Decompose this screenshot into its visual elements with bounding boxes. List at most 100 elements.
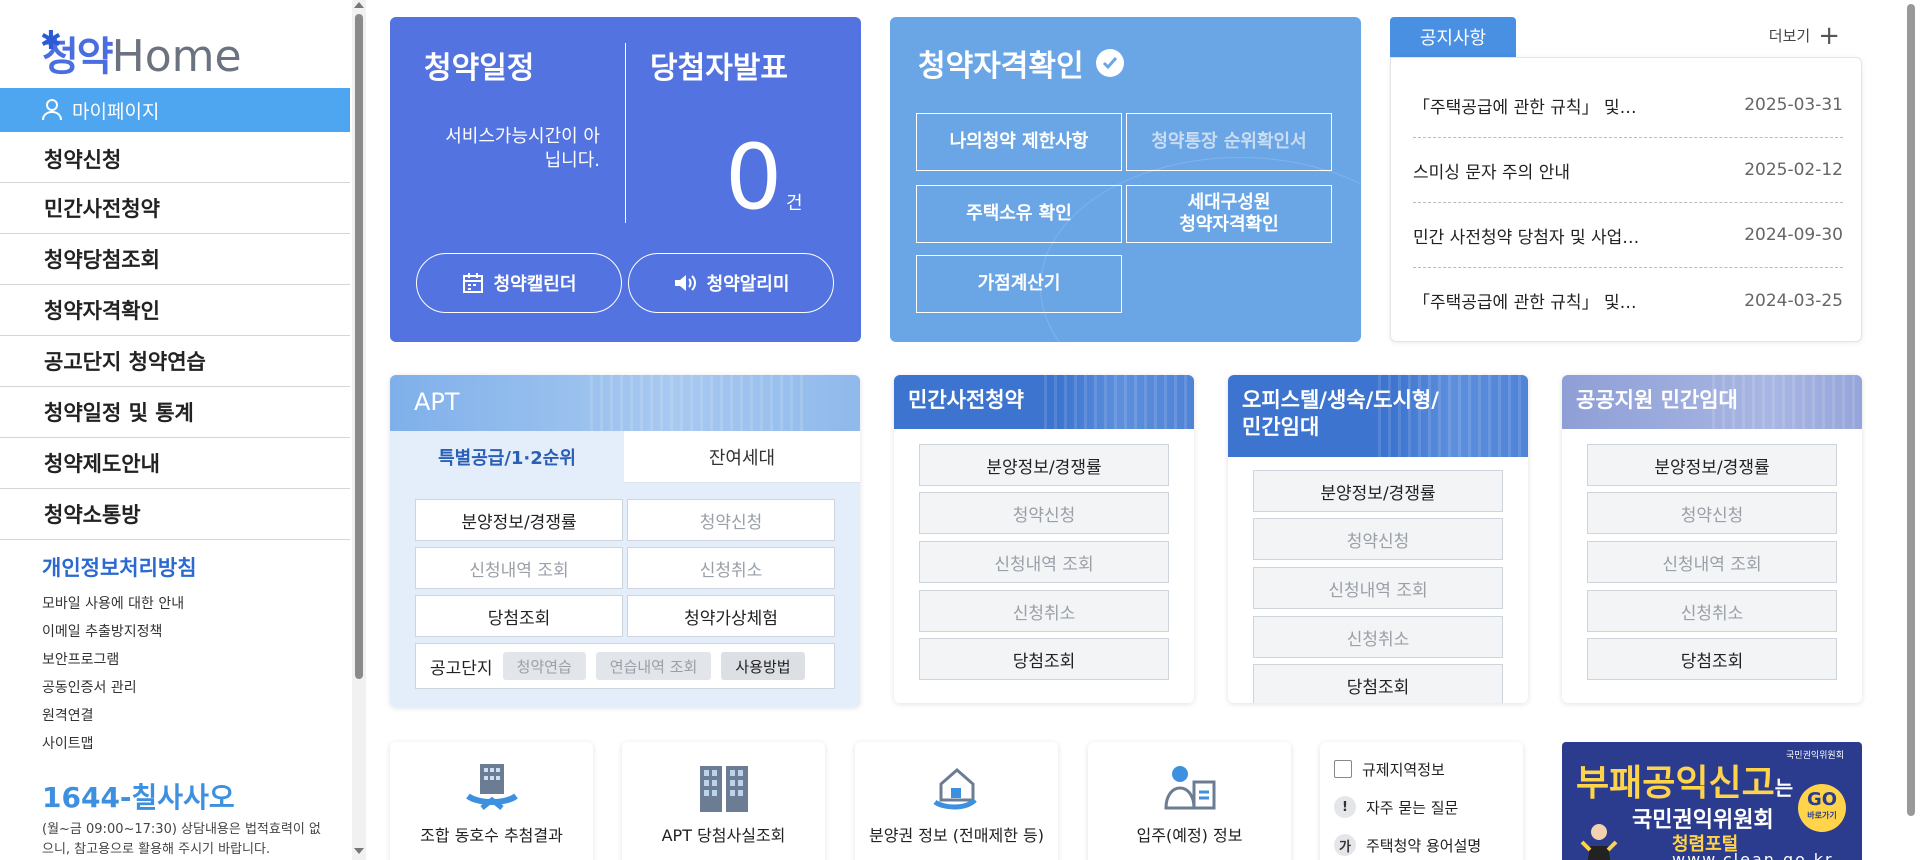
sidebar-item-qualification[interactable]: 청약자격확인 (0, 285, 350, 336)
sidebar-item-private-pre[interactable]: 민간사전청약 (0, 183, 350, 234)
corruption-report-banner[interactable]: 국민권익위원회 부패공익신고는 국민권익위원회 청렴포털 www.clean.g… (1562, 742, 1862, 860)
regulated-area-link[interactable]: 규제지역정보 (1334, 754, 1445, 784)
practice-chip[interactable]: 청약연습 (502, 652, 586, 680)
notice-date: 2024-09-30 (1744, 225, 1843, 245)
private-winner-button[interactable]: 당첨조회 (919, 638, 1169, 680)
link-sitemap[interactable]: 사이트맵 (42, 730, 184, 758)
phone-note: (월~금 09:00~17:30) 상담내용은 법적효력이 없으니, 참고용으로… (42, 822, 321, 857)
alarm-button[interactable]: 청약알리미 (628, 253, 834, 313)
union-lottery-label: 조합 동호수 추첨결과 (420, 826, 563, 845)
main-scrollbar[interactable] (1904, 0, 1918, 860)
public-cancel-button[interactable]: 신청취소 (1587, 590, 1837, 632)
tab-remaining[interactable]: 잔여세대 (624, 431, 860, 483)
public-history-button[interactable]: 신청내역 조회 (1587, 541, 1837, 583)
scroll-down-arrow[interactable] (354, 848, 364, 854)
notice-row[interactable]: 「주택공급에 관한 규칙」 및… 2024-03-25 (1413, 268, 1843, 333)
notice-row[interactable]: 스미싱 문자 주의 안내 2025-02-12 (1413, 138, 1843, 203)
check-icon (1095, 49, 1124, 77)
logo[interactable]: ✱ 청약 Home (40, 22, 242, 82)
officetel-cancel-button[interactable]: 신청취소 (1253, 616, 1503, 658)
calendar-button[interactable]: 청약캘린더 (416, 253, 622, 313)
building-graphic (590, 375, 810, 431)
link-remote[interactable]: 원격연결 (42, 702, 184, 730)
public-rental-title: 공공지원 민간임대 (1576, 388, 1738, 412)
tab-special-supply[interactable]: 특별공급/1·2순위 (390, 431, 624, 483)
apt-cancel-button[interactable]: 신청취소 (627, 547, 835, 589)
scroll-up-arrow[interactable] (354, 2, 364, 8)
officetel-history-button[interactable]: 신청내역 조회 (1253, 567, 1503, 609)
link-email[interactable]: 이메일 추출방지정책 (42, 618, 184, 646)
sidebar-item-winner[interactable]: 청약당첨조회 (0, 234, 350, 285)
privacy-policy-link[interactable]: 개인정보처리방침 (42, 552, 197, 582)
apt-apply-button[interactable]: 청약신청 (627, 499, 835, 541)
winner-title[interactable]: 당첨자발표 (650, 43, 788, 87)
notice-row[interactable]: 민간 사전청약 당첨자 및 사업… 2024-09-30 (1413, 203, 1843, 268)
apt-winner-lookup-card[interactable]: APT 당첨사실조회 (622, 742, 825, 860)
sidebar-item-guide[interactable]: 청약제도안내 (0, 438, 350, 489)
alarm-label: 청약알리미 (706, 274, 790, 295)
apt-info-button[interactable]: 분양정보/경쟁률 (415, 499, 623, 541)
sidebar-item-practice[interactable]: 공고단지 청약연습 (0, 336, 350, 387)
public-apply-button[interactable]: 청약신청 (1587, 492, 1837, 534)
officetel-info-button[interactable]: 분양정보/경쟁률 (1253, 470, 1503, 512)
union-lottery-card[interactable]: 조합 동호수 추첨결과 (390, 742, 593, 860)
divider (625, 43, 626, 223)
public-info-button[interactable]: 분양정보/경쟁률 (1587, 444, 1837, 486)
notice-date: 2024-03-25 (1744, 290, 1843, 311)
sidebar-item-schedule[interactable]: 청약일정 및 통계 (0, 387, 350, 438)
officetel-section: 오피스텔/생숙/도시형/ 민간임대 분양정보/경쟁률 청약신청 신청내역 조회 … (1228, 375, 1528, 703)
public-winner-button[interactable]: 당첨조회 (1587, 638, 1837, 680)
more-label: 더보기 (1768, 27, 1811, 45)
scroll-thumb[interactable] (355, 14, 363, 679)
presale-info-card[interactable]: 분양권 정보 (전매제한 등) (855, 742, 1058, 860)
schedule-title[interactable]: 청약일정 (424, 43, 534, 87)
notice-row[interactable]: 「주택공급에 관한 규칙」 및… 2025-03-31 (1413, 73, 1843, 138)
mypage-button[interactable]: 마이페이지 (0, 88, 350, 132)
private-history-button[interactable]: 신청내역 조회 (919, 541, 1169, 583)
glossary-link[interactable]: 가 주택청약 용어설명 (1334, 830, 1481, 860)
score-calculator-button[interactable]: 가점계산기 (916, 255, 1122, 313)
usage-chip[interactable]: 사용방법 (721, 652, 805, 680)
exclamation-icon: ! (1334, 796, 1356, 818)
go-text: GO (1806, 789, 1838, 810)
notice-tab[interactable]: 공지사항 (1390, 17, 1516, 57)
apt-winner-button[interactable]: 당첨조회 (415, 595, 623, 637)
sidebar-item-community[interactable]: 청약소통방 (0, 489, 350, 540)
household-qualification-button[interactable]: 세대구성원 청약자격확인 (1126, 185, 1332, 243)
officetel-header: 오피스텔/생숙/도시형/ 민간임대 (1228, 375, 1528, 457)
qualification-title: 청약자격확인 (918, 41, 1124, 85)
private-cancel-button[interactable]: 신청취소 (919, 590, 1169, 632)
private-apply-button[interactable]: 청약신청 (919, 492, 1169, 534)
private-info-button[interactable]: 분양정보/경쟁률 (919, 444, 1169, 486)
more-link[interactable]: 더보기 + (1768, 23, 1840, 49)
apt-simulation-button[interactable]: 청약가상체험 (627, 595, 835, 637)
household-line1: 세대구성원 (1187, 192, 1271, 213)
move-in-info-card[interactable]: 입주(예정) 정보 (1088, 742, 1291, 860)
quick-links: 규제지역정보 ! 자주 묻는 질문 가 주택청약 용어설명 (1320, 742, 1523, 860)
link-security[interactable]: 보안프로그램 (42, 646, 184, 674)
move-in-info-label: 입주(예정) 정보 (1136, 826, 1243, 845)
rank-certificate-button[interactable]: 청약통장 순위확인서 (1126, 113, 1332, 171)
main-scroll-thumb[interactable] (1907, 4, 1915, 816)
link-cert[interactable]: 공동인증서 관리 (42, 674, 184, 702)
house-ownership-button[interactable]: 주택소유 확인 (916, 185, 1122, 243)
link-mobile[interactable]: 모바일 사용에 대한 안내 (42, 590, 184, 618)
sidebar: ✱ 청약 Home 마이페이지 청약신청 민간사전청약 청약당첨조회 청약자격확… (0, 0, 350, 860)
qualification-card: 청약자격확인 나의청약 제한사항 청약통장 순위확인서 주택소유 확인 세대구성… (890, 17, 1361, 342)
calendar-icon (462, 273, 483, 293)
apt-section: APT 특별공급/1·2순위 잔여세대 분양정보/경쟁률 청약신청 신청내역 조… (390, 375, 860, 707)
my-restrictions-button[interactable]: 나의청약 제한사항 (916, 113, 1122, 171)
speaker-icon (674, 275, 696, 291)
apartment-icon (699, 766, 748, 812)
practice-history-chip[interactable]: 연습내역 조회 (595, 652, 712, 680)
officetel-winner-button[interactable]: 당첨조회 (1253, 664, 1503, 703)
notice-title: 스미싱 문자 주의 안내 (1413, 162, 1570, 183)
house-hand-icon (933, 768, 977, 810)
officetel-apply-button[interactable]: 청약신청 (1253, 518, 1503, 560)
faq-link[interactable]: ! 자주 묻는 질문 (1334, 792, 1458, 822)
sidebar-item-apply[interactable]: 청약신청 (0, 132, 350, 183)
sidebar-scrollbar[interactable] (352, 0, 366, 860)
notice-title: 「주택공급에 관한 규칙」 및… (1413, 293, 1637, 313)
mypage-label: 마이페이지 (72, 100, 160, 123)
apt-history-button[interactable]: 신청내역 조회 (415, 547, 623, 589)
